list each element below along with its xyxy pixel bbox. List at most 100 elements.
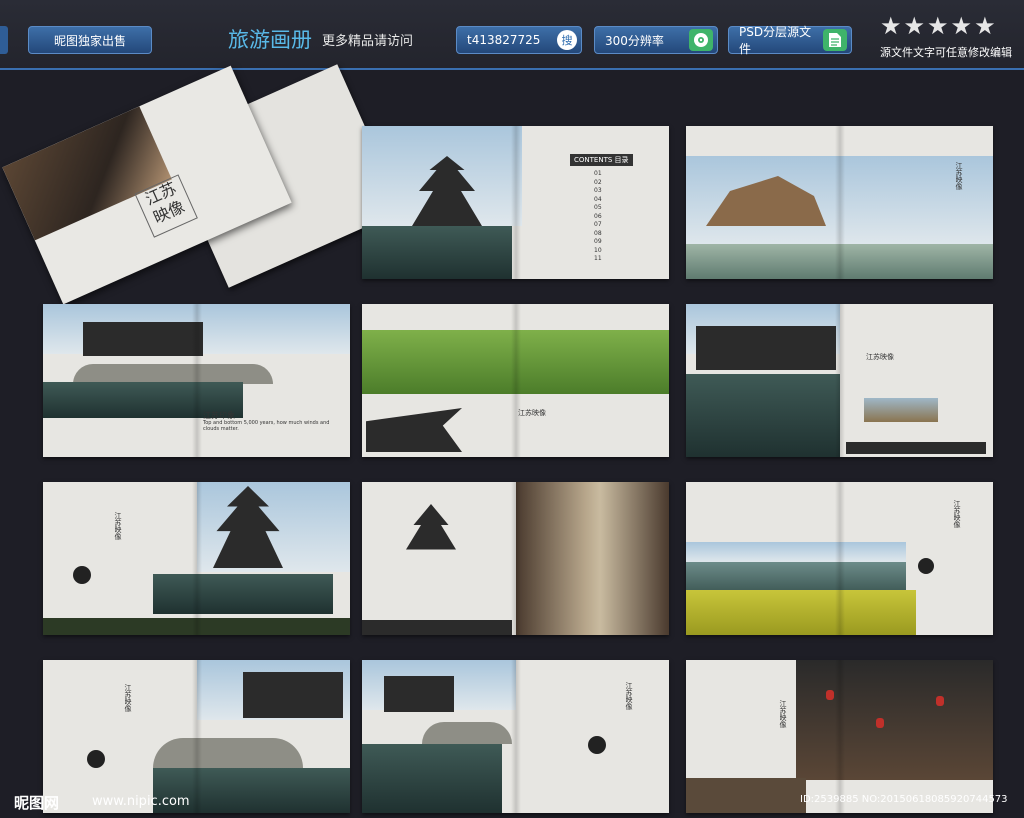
- resolution-label: 300分辨率: [605, 33, 664, 48]
- contents-item[interactable]: 03: [594, 187, 602, 196]
- ink-stamp-icon: [87, 750, 105, 768]
- spread-rock-lake[interactable]: 江苏映像: [686, 126, 993, 279]
- page-fold: [834, 304, 845, 457]
- lake-image: [686, 562, 906, 592]
- spread-contents[interactable]: CONTENTS 目录 01 02 03 04 05 06 07 08 09 1…: [362, 126, 669, 279]
- temple-image: [384, 676, 454, 712]
- spread-bridge-river[interactable]: 江苏映像: [362, 660, 669, 813]
- star-icon: ★: [927, 12, 949, 40]
- spread-golf[interactable]: 江苏映像: [362, 304, 669, 457]
- river-image: [362, 744, 502, 813]
- star-icon: ★: [903, 12, 926, 40]
- vertical-caption: 江苏映像: [124, 684, 132, 712]
- user-id-label: t413827725: [467, 33, 541, 47]
- contents-item[interactable]: 08: [594, 230, 602, 239]
- star-icon: ★: [880, 12, 902, 40]
- spread-arch-bridge[interactable]: 江苏映像: [43, 660, 350, 813]
- rooftops-image: [846, 442, 986, 454]
- psd-file-button[interactable]: PSD分层源文件: [728, 25, 852, 56]
- contents-item[interactable]: 09: [594, 238, 602, 247]
- star-icon: ★: [974, 12, 996, 40]
- ink-stamp-icon: [73, 566, 91, 584]
- arch-bridge-image: [153, 738, 303, 768]
- stars-caption: 源文件文字可任意修改编辑: [880, 46, 1012, 59]
- search-icon[interactable]: 搜: [557, 30, 577, 50]
- sky-image: [686, 542, 906, 562]
- lantern-icon: [876, 718, 884, 728]
- rapeseed-field-image: [686, 590, 916, 635]
- site-logo: 昵图网: [14, 794, 60, 812]
- page-title: 旅游画册: [228, 28, 312, 52]
- page-fold: [834, 482, 845, 635]
- page-fold: [510, 660, 521, 813]
- lantern-building-image: [796, 660, 993, 780]
- ink-stamp-icon: [588, 736, 606, 754]
- page-subtitle: 更多精品请访问: [322, 34, 414, 49]
- contents-label: CONTENTS 目录: [570, 154, 633, 166]
- contents-item[interactable]: 11: [594, 255, 602, 264]
- image-id-text: ID:2539885 NO:20150618085920744573: [800, 794, 1008, 805]
- lake-image: [153, 574, 333, 614]
- contents-label-cn: 目录: [614, 156, 629, 164]
- lake-image: [362, 226, 512, 279]
- contents-item[interactable]: 06: [594, 213, 602, 222]
- vertical-caption: 江苏映像: [625, 682, 633, 710]
- psd-file-label: PSD分层源文件: [739, 25, 812, 56]
- temple-image: [243, 672, 343, 718]
- site-url[interactable]: www.nipic.com: [92, 794, 190, 809]
- lantern-icon: [936, 696, 944, 706]
- left-tab-stub[interactable]: [0, 26, 8, 54]
- vertical-caption: 江苏映像: [114, 512, 122, 540]
- contents-item[interactable]: 07: [594, 221, 602, 230]
- reflection-lake-image: [686, 374, 840, 457]
- spread-old-street[interactable]: [362, 482, 669, 635]
- small-photo: [864, 398, 938, 422]
- disc-icon: [689, 29, 713, 51]
- rating-stars: ★ ★ ★ ★ ★: [880, 14, 996, 38]
- arch-bridge-image: [422, 722, 512, 744]
- page-fold: [191, 660, 202, 813]
- spread-reflection[interactable]: 江苏映像: [686, 304, 993, 457]
- temple-image: [696, 326, 836, 370]
- contents-label-en: CONTENTS: [574, 156, 613, 164]
- eave-image: [366, 408, 462, 452]
- page-fold: [510, 304, 521, 457]
- vertical-caption: 江苏映像: [779, 700, 787, 728]
- temple-roof-image: [83, 322, 203, 356]
- spread-flowers[interactable]: 江苏映像: [686, 482, 993, 635]
- contents-item[interactable]: 10: [594, 247, 602, 256]
- page-fold: [510, 126, 521, 279]
- exclusive-sale-label: 昵图独家出售: [53, 33, 126, 48]
- section-caption: 江苏映像: [866, 353, 894, 361]
- spread-lantern-building[interactable]: 江苏映像: [686, 660, 993, 813]
- vertical-caption: 江苏映像: [955, 162, 963, 190]
- stone-bridge-image: [73, 364, 273, 384]
- ink-pagoda-image: [406, 504, 456, 550]
- spread-bridge[interactable]: 江苏印象 Top and bottom 5,000 years, how muc…: [43, 304, 350, 457]
- page-fold: [510, 482, 521, 635]
- spread-pagoda[interactable]: 江苏映像: [43, 482, 350, 635]
- contents-list: 01 02 03 04 05 06 07 08 09 10 11: [594, 170, 602, 264]
- ink-stamp-icon: [918, 558, 934, 574]
- section-caption-en: Top and bottom 5,000 years, how much win…: [203, 420, 330, 432]
- exclusive-sale-button[interactable]: 昵图独家出售: [28, 26, 152, 54]
- contents-item[interactable]: 04: [594, 196, 602, 205]
- vertical-caption: 江苏映像: [953, 500, 961, 528]
- rooftops-image: [362, 620, 512, 635]
- page-fold: [191, 482, 202, 635]
- contents-item[interactable]: 01: [594, 170, 602, 179]
- page-fold: [191, 304, 202, 457]
- page-fold: [834, 660, 845, 813]
- contents-item[interactable]: 02: [594, 179, 602, 188]
- contents-item[interactable]: 05: [594, 204, 602, 213]
- page-fold: [834, 126, 845, 279]
- section-caption: 江苏映像: [518, 409, 546, 417]
- lantern-icon: [826, 690, 834, 700]
- document-icon: [823, 29, 847, 51]
- old-street-image: [516, 482, 669, 635]
- resolution-button[interactable]: 300分辨率: [594, 26, 718, 54]
- railing-image: [686, 778, 806, 813]
- star-icon: ★: [950, 12, 973, 40]
- top-bar-divider: [0, 68, 1024, 70]
- user-id-button[interactable]: t413827725 搜: [456, 26, 582, 54]
